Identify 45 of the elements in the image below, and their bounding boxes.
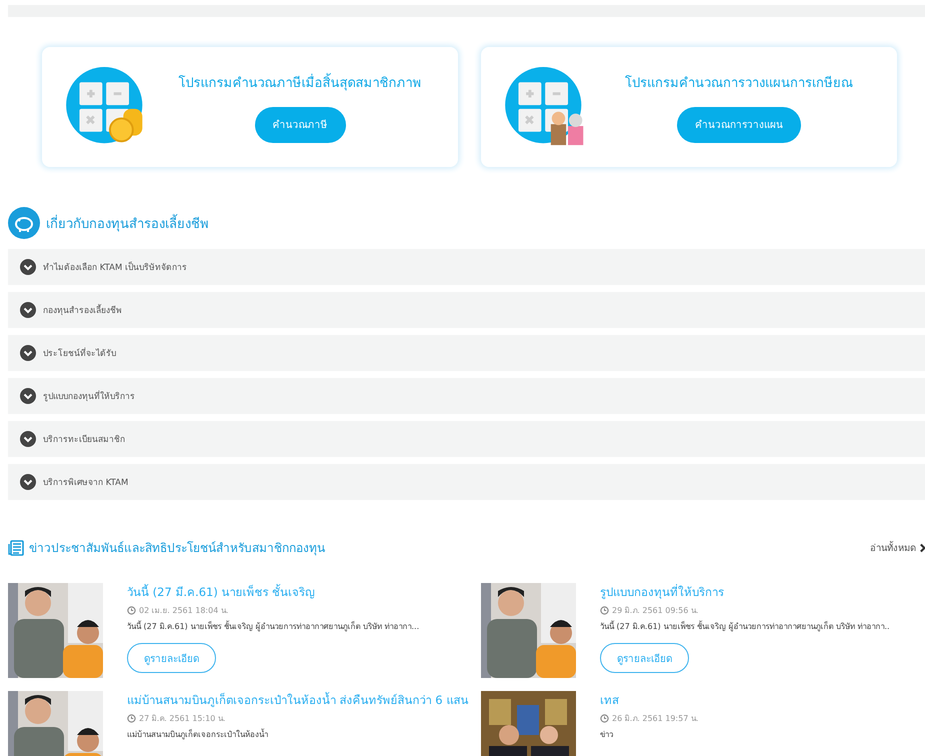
section-title: เกี่ยวกับกองทุนสำรองเลี้ยงชีพ [46, 212, 209, 234]
accordion-item[interactable]: กองทุนสำรองเลี้ยงชีพ [8, 292, 925, 328]
chevron-down-icon [20, 345, 36, 361]
news-summary: ข่าว [600, 729, 613, 741]
news-title[interactable]: แม่บ้านสนามบินภูเก็ตเจอกระเป๋าในห้องน้ำ ส่งคืนทรัพย์สินกว่า 6 แสน [127, 691, 468, 709]
calculate-button[interactable]: คำนวณการวางแผน [677, 106, 801, 142]
chevron-down-icon [20, 431, 36, 447]
news-summary: แม่บ้านสนามบินภูเก็ตเจอกระเป๋าในห้องน้ำ [127, 728, 268, 741]
accordion-label: บริการพิเศษจาก KTAM [43, 477, 128, 489]
chevron-down-icon [20, 259, 36, 275]
calculator-title: โปรแกรมคำนวณการวางแผนการเกษียณ [625, 74, 853, 92]
clock-icon [127, 714, 136, 723]
section-title: ข่าวประชาสัมพันธ์และสิทธิประโยชน์สำหรับสมาชิกกองทุน [29, 540, 325, 557]
chevron-down-icon [20, 474, 36, 490]
accordion-item[interactable]: ประโยชน์ที่จะได้รับ [8, 335, 925, 371]
newspaper-icon [8, 540, 24, 556]
clock-icon [127, 606, 136, 615]
accordion-item[interactable]: ทำไมต้องเลือก KTAM เป็นบริษัทจัดการ [8, 249, 925, 285]
chevron-icon [920, 542, 925, 552]
calculator-title: โปรแกรมคำนวณภาษีเมื่อสิ้นสุดสมาชิกภาพ [178, 72, 422, 92]
news-date: 26 มิ.ภ. 2561 19:57 น. [612, 713, 698, 725]
accordion-label: รูปแบบกองทุนที่ให้บริการ [43, 389, 135, 403]
calculate-button[interactable]: คำนวณภาษี [254, 106, 346, 142]
accordion-label: กองทุนสำรองเลี้ยงชีพ [43, 303, 122, 317]
news-summary: วันนี้ (27 มิ.ค.61) นายเพ็ชร ชั้นเจริญ ผู้อำนวยการท่าอากาศยานภูเก็ต บริษัท ท่าอากา... [127, 620, 420, 633]
accordion-label: บริการทะเบียนสมาชิก [43, 434, 125, 446]
accordion-label: ทำไมต้องเลือก KTAM เป็นบริษัทจัดการ [43, 260, 187, 274]
accordion-item[interactable]: บริการพิเศษจาก KTAM [8, 464, 925, 500]
chevron-down-icon [20, 302, 36, 318]
accordion-item[interactable]: รูปแบบกองทุนที่ให้บริการ [8, 378, 925, 414]
read-all-link[interactable]: อ่านทั้งหมด [870, 540, 916, 555]
news-title[interactable]: เทส [600, 691, 619, 709]
news-summary: วันนี้ (27 มิ.ค.61) นายเพ็ชร ชั้นเจริญ ผู้อำนวยการท่าอากาศยานภูเก็ต บริษัท ท่าอากา.. [600, 620, 890, 633]
news-title[interactable]: วันนี้ (27 มี.ค.61) นายเพ็ชร ชั้นเจริญ [127, 583, 316, 601]
news-date: 27 มิ.ค. 2561 15:10 น. [139, 713, 226, 725]
news-title[interactable]: รูปแบบกองทุนที่ให้บริการ [600, 583, 724, 601]
details-button[interactable]: ดูรายละเอียด [127, 643, 216, 673]
accordion-label: ประโยชน์ที่จะได้รับ [43, 346, 116, 360]
clock-icon [600, 606, 609, 615]
details-button[interactable]: ดูรายละเอียด [600, 643, 689, 673]
news-date: 29 มิ.ภ. 2561 09:56 น. [612, 605, 698, 617]
clock-icon [600, 714, 609, 723]
chevron-down-icon [20, 388, 36, 404]
news-date: 02 เม.ย. 2561 18:04 น. [139, 605, 228, 617]
accordion-item[interactable]: บริการทะเบียนสมาชิก [8, 421, 925, 457]
